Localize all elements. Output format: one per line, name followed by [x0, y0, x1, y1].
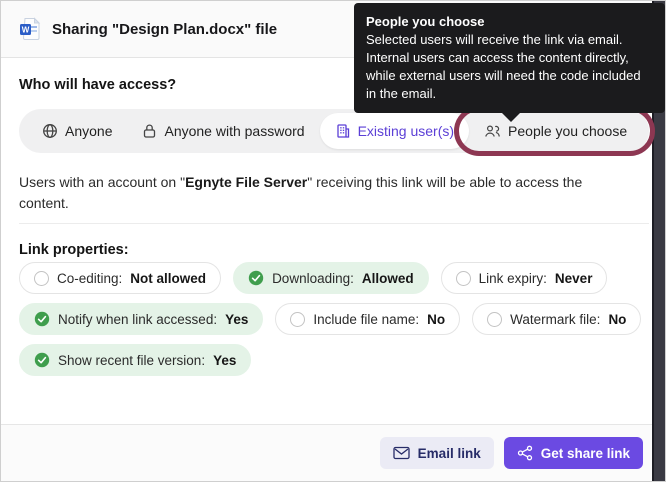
tooltip-title: People you choose	[366, 14, 485, 29]
pill-label: Co-editing:	[57, 270, 123, 286]
section-divider	[19, 223, 649, 224]
email-link-button[interactable]: Email link	[379, 437, 494, 469]
pill-link-expiry[interactable]: Link expiry: Never	[440, 262, 608, 294]
get-share-link-label: Get share link	[540, 445, 630, 461]
people-icon	[484, 123, 501, 139]
pill-row: Show recent file version: Yes	[19, 344, 649, 376]
pill-value: Yes	[225, 311, 249, 327]
get-share-link-button[interactable]: Get share link	[503, 437, 643, 469]
email-link-label: Email link	[417, 445, 481, 461]
sharing-dialog: W Sharing "Design Plan.docx" file People…	[0, 0, 666, 482]
segment-anyone-with-password[interactable]: Anyone with password	[127, 113, 319, 149]
checked-icon	[34, 311, 50, 327]
segment-existing-users[interactable]: Existing user(s)	[319, 113, 470, 149]
pill-watermark-file[interactable]: Watermark file: No	[472, 303, 642, 335]
description-server-name: Egnyte File Server	[185, 174, 308, 190]
tooltip-arrow	[501, 112, 521, 122]
pill-value: No	[427, 311, 446, 327]
unchecked-radio-icon	[34, 270, 49, 286]
pill-value: Never	[554, 270, 593, 286]
pill-row: Co-editing: Not allowed Downloading: All…	[19, 262, 649, 294]
pill-label: Link expiry:	[478, 270, 547, 286]
link-properties-heading: Link properties:	[19, 242, 129, 258]
unchecked-radio-icon	[487, 311, 503, 327]
pill-value: Allowed	[361, 270, 414, 286]
link-properties-list: Co-editing: Not allowed Downloading: All…	[19, 262, 649, 385]
access-segmented-control: Anyone Anyone with password Existing use…	[19, 106, 656, 156]
segment-label: People you choose	[508, 123, 628, 139]
unchecked-radio-icon	[455, 270, 471, 286]
pill-label: Downloading:	[272, 270, 354, 286]
word-doc-icon: W	[19, 17, 41, 41]
building-icon	[335, 123, 351, 139]
lock-icon	[142, 123, 157, 139]
segment-label: Existing user(s)	[357, 123, 455, 139]
dialog-footer: Email link Get share link	[1, 424, 652, 481]
access-question-label: Who will have access?	[19, 77, 177, 93]
pill-value: Yes	[213, 352, 237, 368]
pill-downloading[interactable]: Downloading: Allowed	[233, 262, 429, 294]
pill-value: Not allowed	[130, 270, 207, 286]
segment-people-you-choose[interactable]: People you choose	[454, 106, 656, 156]
segment-label: Anyone with password	[164, 123, 305, 139]
share-nodes-icon	[517, 445, 533, 461]
checked-icon	[34, 352, 50, 368]
pill-label: Notify when link accessed:	[58, 311, 218, 327]
checked-icon	[248, 270, 264, 286]
segment-label: Anyone	[65, 123, 113, 139]
segment-anyone[interactable]: Anyone	[27, 113, 127, 149]
pill-label: Show recent file version:	[58, 352, 206, 368]
pill-label: Include file name:	[313, 311, 420, 327]
envelope-icon	[393, 446, 410, 460]
pill-notify-when-accessed[interactable]: Notify when link accessed: Yes	[19, 303, 264, 335]
pill-include-file-name[interactable]: Include file name: No	[275, 303, 461, 335]
pill-show-recent-version[interactable]: Show recent file version: Yes	[19, 344, 252, 376]
access-description: Users with an account on "Egnyte File Se…	[19, 172, 631, 214]
dialog-title: Sharing "Design Plan.docx" file	[52, 20, 278, 38]
unchecked-radio-icon	[290, 311, 306, 327]
tooltip-body: Selected users will receive the link via…	[366, 32, 641, 101]
pill-row: Notify when link accessed: Yes Include f…	[19, 303, 649, 335]
pill-co-editing[interactable]: Co-editing: Not allowed	[19, 262, 222, 294]
people-you-choose-tooltip: People you choose Selected users will re…	[354, 3, 665, 122]
description-prefix: Users with an account on "	[19, 174, 186, 190]
globe-icon	[42, 123, 58, 139]
svg-text:W: W	[22, 26, 30, 35]
pill-value: No	[608, 311, 627, 327]
pill-label: Watermark file:	[510, 311, 601, 327]
